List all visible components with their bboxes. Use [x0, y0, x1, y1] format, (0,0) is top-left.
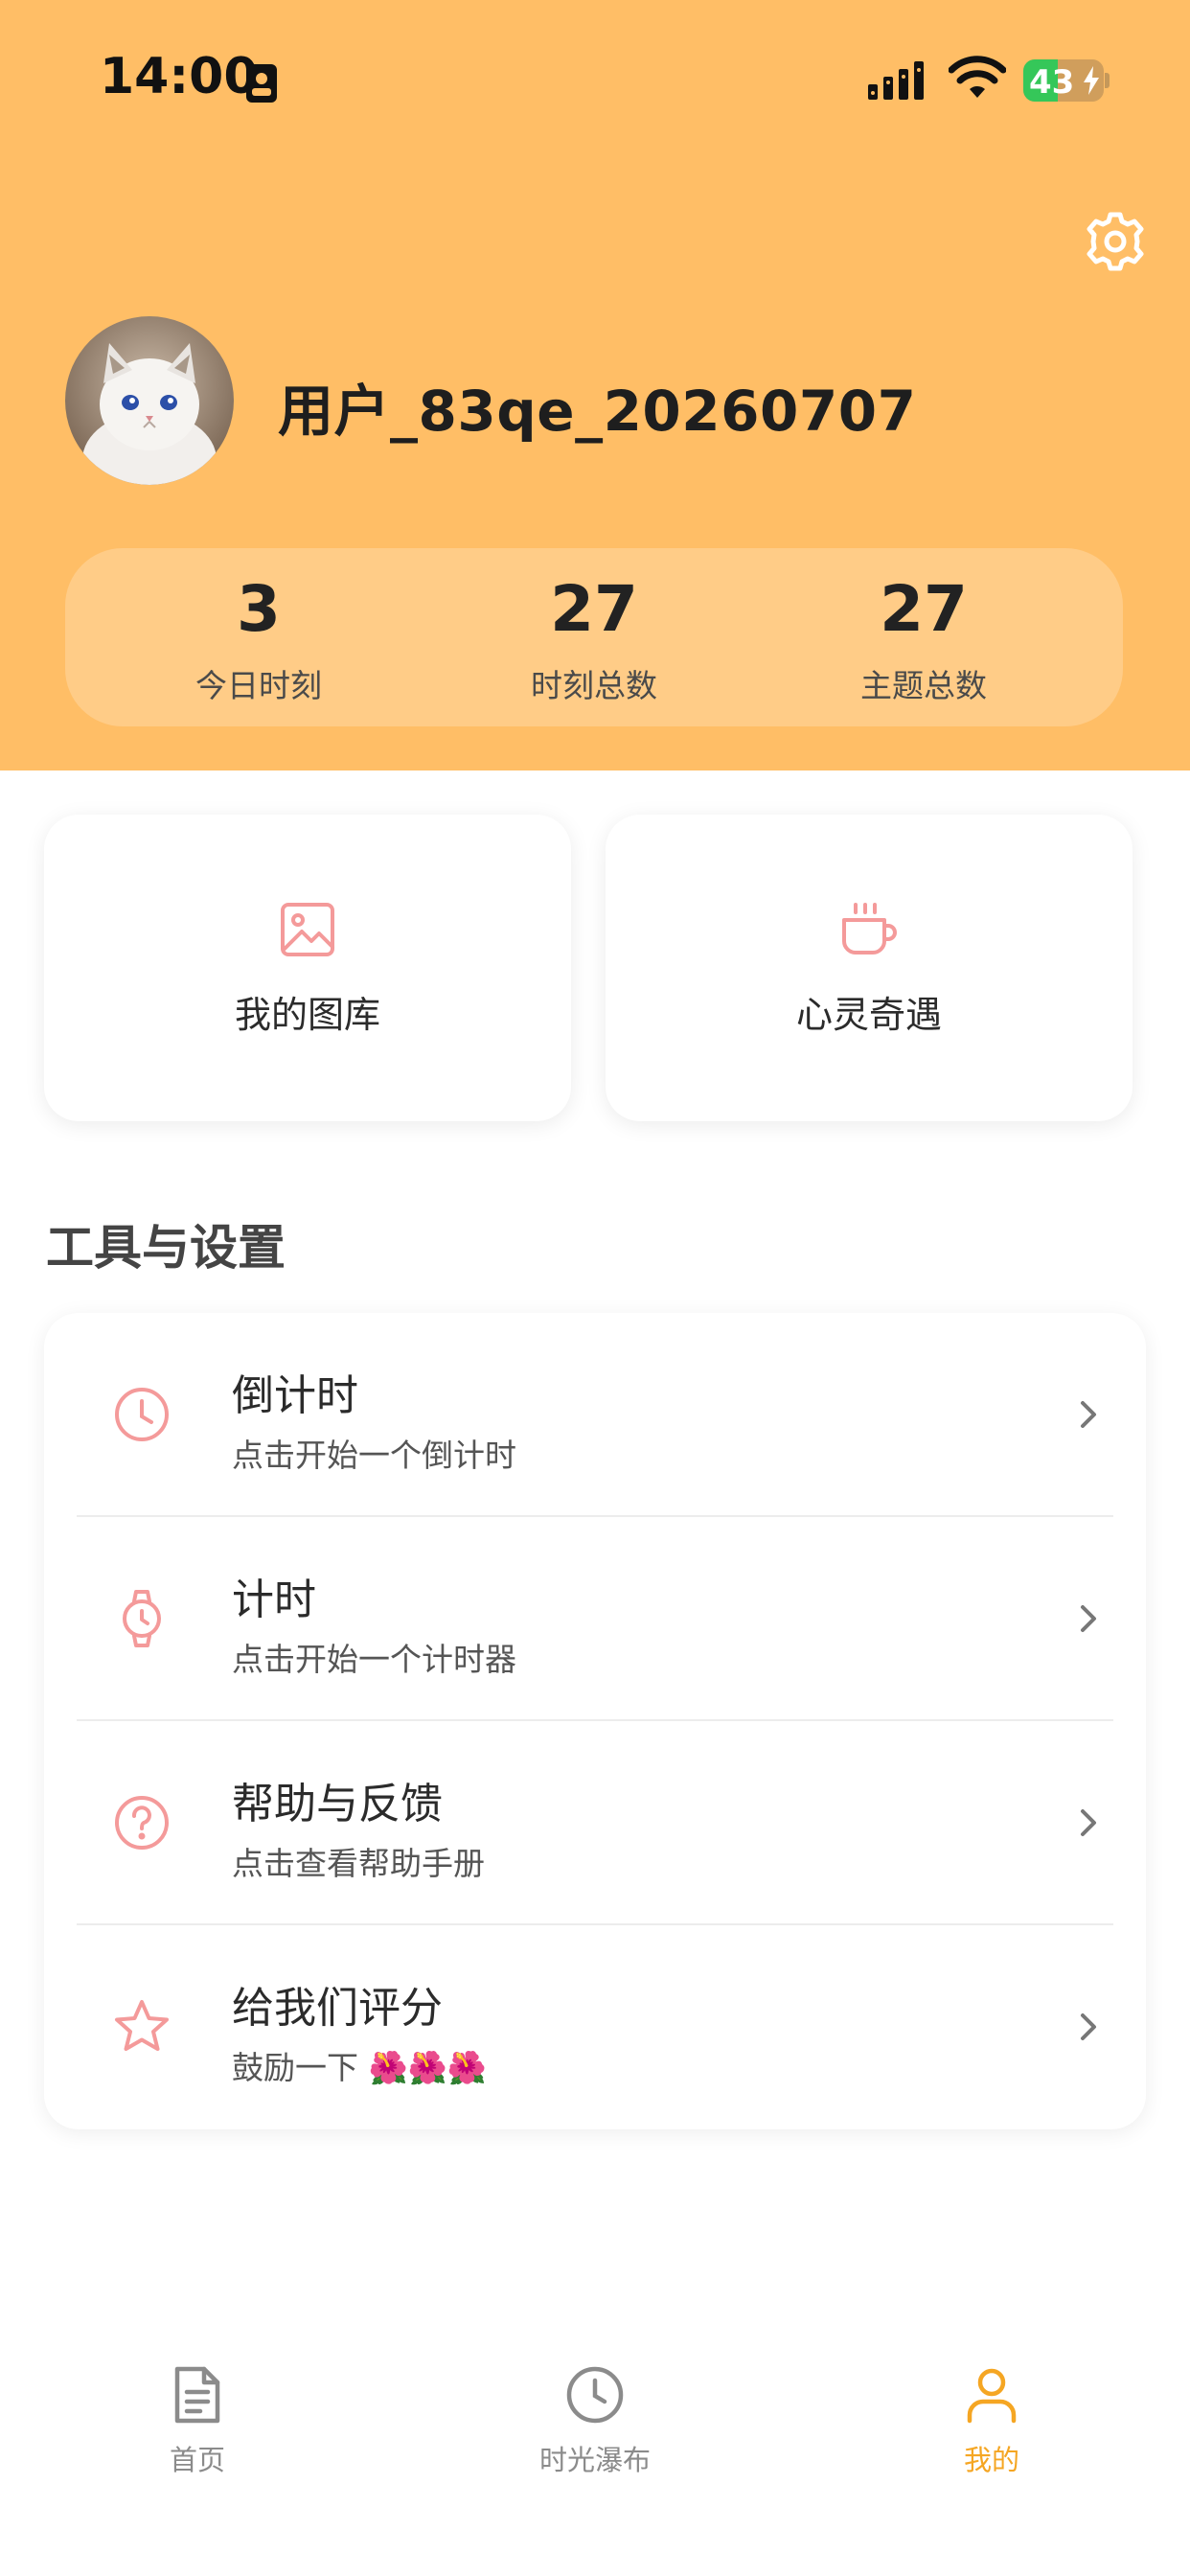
item-subtitle: 点击开始一个计时器 [232, 1641, 516, 1678]
watch-icon [123, 1590, 161, 1647]
item-title: 给我们评分 [232, 1984, 443, 2033]
list-item-rate-us[interactable]: 给我们评分 鼓励一下 🌺🌺🌺 [44, 1925, 1146, 2129]
profile-header: 14:00 43 用户_83qe_20260707 3 今日时刻 27 时刻总数… [0, 0, 1190, 770]
stat-label: 时刻总数 [531, 666, 657, 704]
image-icon [281, 903, 334, 956]
soul-adventure-card[interactable]: 心灵奇遇 [606, 815, 1133, 1121]
item-subtitle: 点击开始一个倒计时 [232, 1437, 516, 1474]
chevron-right-icon [1081, 1605, 1096, 1632]
battery-indicator: 43 [1023, 59, 1110, 102]
battery-percent: 43 [1029, 63, 1075, 102]
stat-value: 3 [237, 572, 281, 646]
coffee-cup-icon [842, 903, 897, 954]
stat-total-themes[interactable]: 27 主题总数 [780, 572, 1067, 706]
stat-label: 今日时刻 [195, 666, 322, 704]
item-subtitle: 点击查看帮助手册 [232, 1845, 485, 1882]
document-icon [174, 2366, 220, 2424]
stat-value: 27 [880, 572, 968, 646]
avatar[interactable] [65, 316, 234, 485]
list-item-timer[interactable]: 计时 点击开始一个计时器 [44, 1517, 1146, 1721]
item-subtitle: 鼓励一下 🌺🌺🌺 [232, 2049, 487, 2086]
tab-label: 时光瀑布 [538, 2444, 651, 2476]
stat-value: 27 [550, 572, 638, 646]
status-time: 14:00 [100, 48, 259, 105]
list-item-countdown[interactable]: 倒计时 点击开始一个倒计时 [44, 1313, 1146, 1517]
chevron-right-icon [1081, 2013, 1096, 2040]
tab-me[interactable]: 我的 [896, 2363, 1087, 2478]
card-label: 我的图库 [234, 994, 380, 1036]
settings-gear-icon[interactable] [1077, 203, 1154, 280]
wifi-icon [949, 56, 1006, 98]
clock-icon [115, 1388, 169, 1441]
cat-avatar-image [65, 316, 234, 485]
chevron-right-icon [1081, 1809, 1096, 1836]
clock-icon [566, 2366, 624, 2424]
profile-page: 14:00 43 用户_83qe_20260707 3 今日时刻 27 时刻总数… [0, 0, 1190, 2576]
charging-bolt-icon [1084, 66, 1099, 95]
chevron-right-icon [1081, 1401, 1096, 1428]
question-icon [115, 1796, 169, 1850]
person-icon [967, 2368, 1017, 2424]
section-title: 工具与设置 [46, 1220, 286, 1276]
card-label: 心灵奇遇 [795, 994, 942, 1036]
star-icon [115, 2000, 169, 2051]
tab-label: 我的 [963, 2444, 1019, 2476]
item-title: 倒计时 [232, 1371, 358, 1420]
item-title: 计时 [232, 1576, 316, 1624]
stat-total-moments[interactable]: 27 时刻总数 [450, 572, 738, 706]
stats-panel: 3 今日时刻 27 时刻总数 27 主题总数 [65, 548, 1123, 726]
tab-time-waterfall[interactable]: 时光瀑布 [499, 2363, 691, 2478]
tab-home[interactable]: 首页 [102, 2363, 293, 2478]
cellular-signal-icon [868, 61, 924, 100]
id-card-icon [246, 64, 277, 103]
item-title: 帮助与反馈 [232, 1780, 443, 1828]
list-item-help-feedback[interactable]: 帮助与反馈 点击查看帮助手册 [44, 1721, 1146, 1925]
my-gallery-card[interactable]: 我的图库 [44, 815, 571, 1121]
tools-settings-list: 倒计时 点击开始一个倒计时 计时 点击开始一个计时器 帮助与反馈 点击查看帮助手… [44, 1313, 1146, 2129]
stat-label: 主题总数 [860, 666, 987, 704]
username: 用户_83qe_20260707 [278, 379, 917, 444]
tab-label: 首页 [169, 2444, 225, 2476]
stat-today-moments[interactable]: 3 今日时刻 [115, 572, 402, 706]
